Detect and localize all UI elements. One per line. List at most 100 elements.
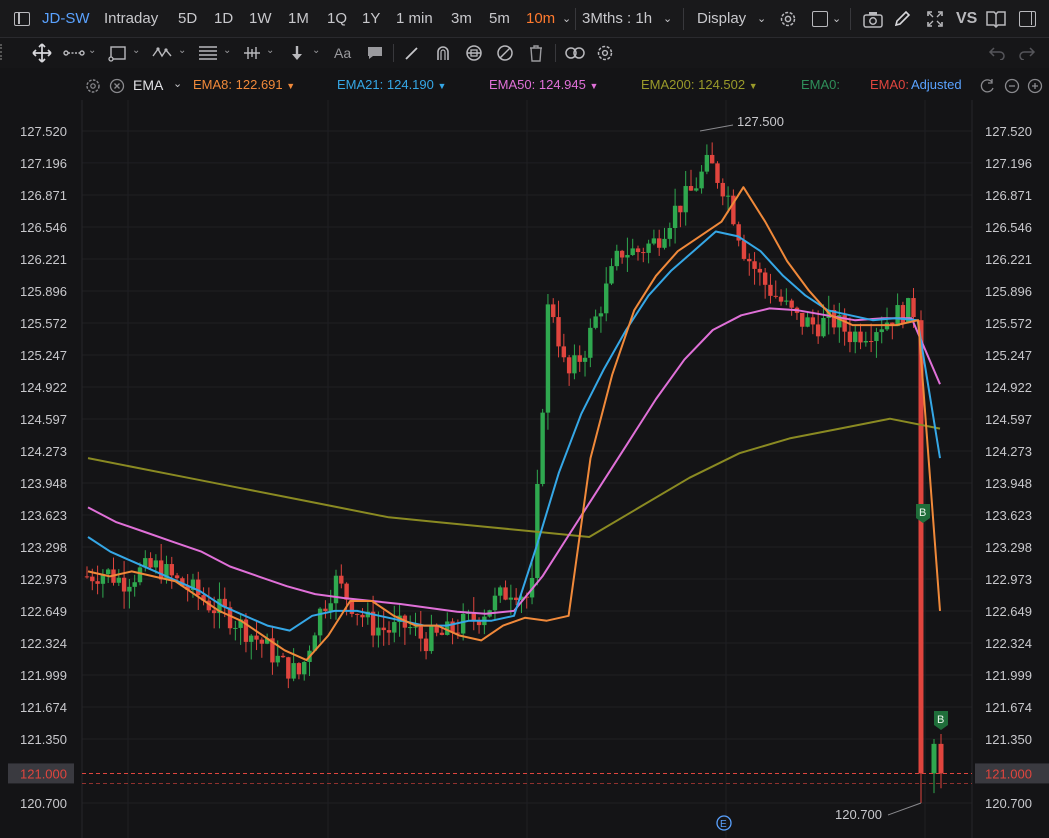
- adjusted-label[interactable]: Adjusted: [911, 77, 973, 92]
- chevron-down-icon[interactable]: ⌄: [663, 12, 672, 25]
- undo-icon[interactable]: [988, 46, 1006, 60]
- symbol-label[interactable]: JD-SW: [42, 10, 90, 27]
- wave-tool-icon[interactable]: [151, 44, 173, 62]
- trend-line-icon[interactable]: [63, 46, 85, 60]
- y-tick-label-right: 125.247: [985, 348, 1032, 363]
- candle-body: [641, 252, 646, 254]
- candle-body: [291, 663, 296, 679]
- candle-body: [630, 248, 635, 255]
- chevron-down-icon[interactable]: ⌄: [266, 45, 274, 56]
- tab-3m[interactable]: 3m: [451, 10, 472, 27]
- high-label: 127.500: [737, 114, 784, 129]
- measure-tool-icon[interactable]: [242, 44, 262, 62]
- dropdown-triangle-icon[interactable]: ▼: [438, 81, 447, 91]
- y-tick-label-left: 127.520: [20, 124, 67, 139]
- price-chart[interactable]: 127.520 127.520 127.196 127.196 126.871 126.8…: [0, 100, 1049, 838]
- fib-tool-icon[interactable]: [198, 45, 218, 61]
- candle-body: [498, 587, 503, 596]
- chevron-down-icon[interactable]: ⌄: [312, 45, 320, 56]
- y-tick-label-left: 122.649: [20, 604, 67, 619]
- chevron-down-icon[interactable]: ⌄: [223, 45, 231, 56]
- close-icon[interactable]: [109, 78, 125, 94]
- tab-1w[interactable]: 1W: [249, 10, 272, 27]
- side-panel-icon[interactable]: [1019, 11, 1036, 27]
- candle-body: [747, 258, 752, 262]
- y-tick-label-right: 123.948: [985, 476, 1032, 491]
- gear-icon[interactable]: [779, 10, 797, 28]
- comment-icon[interactable]: [366, 45, 384, 61]
- chevron-down-icon[interactable]: ⌄: [757, 12, 766, 25]
- top-bar: JD-SW Intraday 5D 1D 1W 1M 1Q 1Y 1 min 3…: [0, 0, 1049, 38]
- dropdown-triangle-icon[interactable]: ▼: [749, 81, 758, 91]
- tab-1m[interactable]: 1M: [288, 10, 309, 27]
- candle-body: [275, 655, 280, 663]
- candle-body: [434, 626, 439, 633]
- chevron-down-icon[interactable]: ⌄: [832, 12, 841, 25]
- candle-body: [900, 305, 906, 324]
- candle-body: [911, 298, 916, 318]
- tab-1y[interactable]: 1Y: [362, 10, 380, 27]
- compare-vs-button[interactable]: VS: [956, 10, 977, 28]
- trash-icon[interactable]: [528, 44, 544, 62]
- layout-icon[interactable]: [812, 11, 828, 27]
- chevron-down-icon[interactable]: ⌄: [562, 12, 571, 25]
- indicator-name[interactable]: EMA: [133, 77, 163, 93]
- reset-icon[interactable]: [980, 78, 996, 94]
- magnet-icon[interactable]: [434, 44, 452, 62]
- y-tick-label-right: 125.572: [985, 316, 1032, 331]
- chevron-down-icon[interactable]: ⌄: [132, 45, 140, 56]
- collapse-icon[interactable]: [1004, 78, 1020, 94]
- redo-icon[interactable]: [1018, 46, 1036, 60]
- range-selector[interactable]: 3Mths : 1h: [582, 10, 652, 27]
- candle-body: [778, 296, 784, 302]
- left-edge-grip[interactable]: [0, 44, 3, 60]
- camera-icon[interactable]: [863, 11, 883, 28]
- text-tool-icon[interactable]: Aa: [334, 45, 351, 61]
- candle-body: [938, 743, 944, 774]
- candle-body: [418, 626, 423, 639]
- tab-1q[interactable]: 1Q: [327, 10, 347, 27]
- candle-body: [148, 558, 153, 568]
- display-menu[interactable]: Display: [697, 10, 746, 27]
- chevron-down-icon[interactable]: ⌄: [178, 45, 186, 56]
- candle-body: [492, 595, 498, 611]
- move-cross-icon[interactable]: [32, 43, 52, 63]
- candle-body: [635, 248, 641, 253]
- book-icon[interactable]: [986, 10, 1006, 28]
- tab-5m[interactable]: 5m: [489, 10, 510, 27]
- hide-drawings-icon[interactable]: [496, 44, 514, 62]
- rectangle-tool-icon[interactable]: [108, 44, 128, 62]
- lock-drawings-icon[interactable]: [464, 44, 484, 62]
- buy-marker-label: B: [937, 714, 944, 726]
- dropdown-triangle-icon[interactable]: ▼: [286, 81, 295, 91]
- divider: [575, 8, 576, 30]
- fullscreen-icon[interactable]: [926, 10, 944, 28]
- panel-toggle-icon[interactable]: [14, 12, 30, 26]
- y-tick-label-left: 126.871: [20, 188, 67, 203]
- chevron-down-icon[interactable]: ⌄: [173, 77, 182, 90]
- arrow-down-icon[interactable]: [289, 44, 305, 62]
- candle-body: [561, 346, 567, 358]
- brush-icon[interactable]: [403, 44, 421, 62]
- indicator-settings-icon[interactable]: [85, 78, 101, 94]
- candle-body: [376, 627, 381, 636]
- link-icon[interactable]: [564, 45, 586, 61]
- drawing-settings-icon[interactable]: [596, 44, 614, 62]
- current-price-label-left: 121.000: [20, 766, 67, 781]
- tab-10m[interactable]: 10m: [526, 10, 555, 27]
- tab-intraday[interactable]: Intraday: [104, 10, 158, 27]
- candle-body: [339, 575, 344, 584]
- candle-body: [699, 171, 704, 189]
- tab-1d[interactable]: 1D: [214, 10, 233, 27]
- dropdown-triangle-icon[interactable]: ▼: [590, 81, 599, 91]
- tab-5d[interactable]: 5D: [178, 10, 197, 27]
- y-tick-label-left: 127.196: [20, 156, 67, 171]
- tab-1min[interactable]: 1 min: [396, 10, 433, 27]
- y-tick-label-right: 122.649: [985, 604, 1032, 619]
- y-tick-label-left: 123.948: [20, 476, 67, 491]
- expand-icon[interactable]: [1027, 78, 1043, 94]
- chevron-down-icon[interactable]: ⌄: [88, 45, 96, 56]
- pencil-icon[interactable]: [893, 10, 911, 28]
- candle-body: [317, 608, 323, 636]
- y-tick-label-left: 125.572: [20, 316, 67, 331]
